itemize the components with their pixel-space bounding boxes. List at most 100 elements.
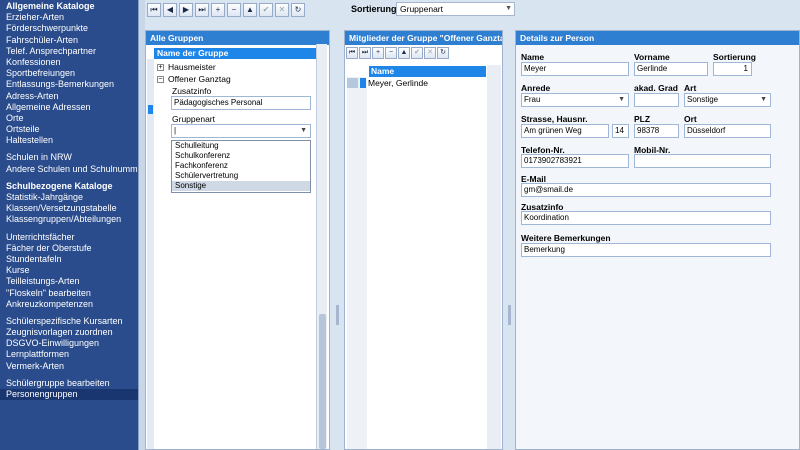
last-record-button[interactable]: ⏭	[195, 3, 209, 17]
sidebar-item[interactable]: Orte	[0, 113, 138, 124]
sidebar-item[interactable]: Schülerspezifische Kursarten	[0, 316, 138, 327]
collapse-icon[interactable]: −	[157, 76, 164, 84]
strasse-field[interactable]: Am grünen Weg	[521, 124, 609, 138]
sidebar-item[interactable]: Teilleistungs-Arten	[0, 276, 138, 287]
gruppenart-select[interactable]: | ▼	[171, 124, 311, 138]
expand-icon[interactable]: +	[157, 64, 164, 72]
groups-scrollbar[interactable]	[316, 44, 327, 449]
delete-record-button[interactable]: −	[227, 3, 241, 17]
current-row-indicator-icon	[148, 105, 153, 114]
email-field[interactable]: gm@smail.de	[521, 183, 771, 197]
sidebar-item[interactable]: Ortsteile	[0, 124, 138, 135]
row-checkbox[interactable]	[347, 78, 358, 88]
mobil-field[interactable]	[634, 154, 771, 168]
post-member-button[interactable]: ✔	[411, 47, 423, 59]
panel-splitter[interactable]	[333, 30, 342, 450]
cancel-record-button[interactable]: ✕	[275, 3, 289, 17]
sidebar-item[interactable]: Andere Schulen und Schulnummern	[0, 164, 138, 175]
sidebar-item[interactable]: Konfessionen	[0, 57, 138, 68]
first-member-button[interactable]: ⏮	[346, 47, 358, 59]
sidebar-item[interactable]: Ankreuzkompetenzen	[0, 299, 138, 310]
edit-record-button[interactable]: ▲	[243, 3, 257, 17]
sidebar-item[interactable]: Lernplattformen	[0, 349, 138, 360]
hausnr-field[interactable]: 14	[612, 124, 629, 138]
first-record-button[interactable]: ⏮	[147, 3, 161, 17]
telefon-field[interactable]: 0173902783921	[521, 154, 629, 168]
scrollbar-thumb[interactable]	[319, 314, 326, 449]
sidebar-item[interactable]: Entlassungs-Bemerkungen	[0, 79, 138, 90]
sidebar-item[interactable]: Haltestellen	[0, 135, 138, 146]
sidebar-item[interactable]: Erzieher-Arten	[0, 12, 138, 23]
members-scrollbar[interactable]	[487, 65, 501, 449]
group-zusatzinfo-field[interactable]: Pädagogisches Personal	[171, 96, 311, 110]
gruppenart-value: |	[174, 126, 177, 135]
refresh-members-button[interactable]: ↻	[437, 47, 449, 59]
cancel-member-button[interactable]: ✕	[424, 47, 436, 59]
prev-record-button[interactable]: ◀	[163, 3, 177, 17]
dropdown-option[interactable]: Schulleitung	[172, 141, 310, 151]
plz-field[interactable]: 98378	[634, 124, 679, 138]
sidebar: Allgemeine Kataloge Erzieher-Arten Förders…	[0, 0, 138, 450]
sort-select[interactable]: Gruppenart ▼	[396, 2, 515, 16]
tree-item-hausmeister[interactable]: + Hausmeister	[157, 62, 216, 72]
sidebar-item[interactable]: Statistik-Jahrgänge	[0, 192, 138, 203]
sortierung-field[interactable]: 1	[713, 62, 752, 76]
chevron-down-icon[interactable]: ▼	[505, 3, 512, 15]
sidebar-splitter[interactable]	[138, 0, 145, 450]
sidebar-section-header: Allgemeine Kataloge	[6, 1, 95, 11]
add-record-button[interactable]: +	[211, 3, 225, 17]
sidebar-item[interactable]: Unterrichtsfächer	[0, 232, 138, 243]
sidebar-item[interactable]: Telef. Ansprechpartner	[0, 46, 138, 57]
sidebar-item[interactable]: Stundentafeln	[0, 254, 138, 265]
ort-field[interactable]: Düsseldorf	[684, 124, 771, 138]
dropdown-option[interactable]: Sonstige	[172, 181, 310, 191]
sidebar-item[interactable]: Klassengruppen/Abteilungen	[0, 214, 138, 225]
anrede-select[interactable]: Frau ▼	[521, 93, 629, 107]
sidebar-item[interactable]: Allgemeine Adressen	[0, 102, 138, 113]
sidebar-item[interactable]: Schülergruppe bearbeiten	[0, 378, 138, 389]
ort-label: Ort	[684, 114, 697, 124]
tree-item-offener-ganztag[interactable]: − Offener Ganztag	[157, 74, 231, 84]
dropdown-option[interactable]: Fachkonferenz	[172, 161, 310, 171]
sidebar-item[interactable]: Sportbefreiungen	[0, 68, 138, 79]
sidebar-item[interactable]: Förderschwerpunkte	[0, 23, 138, 34]
last-member-button[interactable]: ⏭	[359, 47, 371, 59]
sidebar-item[interactable]: Zeugnisvorlagen zuordnen	[0, 327, 138, 338]
sidebar-item[interactable]: Vermerk-Arten	[0, 361, 138, 372]
delete-member-button[interactable]: −	[385, 47, 397, 59]
splitter-grip[interactable]	[508, 305, 511, 325]
refresh-button[interactable]: ↻	[291, 3, 305, 17]
next-record-button[interactable]: ▶	[179, 3, 193, 17]
panel-splitter[interactable]	[505, 30, 514, 450]
zusatzinfo-field[interactable]: Koordination	[521, 211, 771, 225]
name-field[interactable]: Meyer	[521, 62, 629, 76]
member-name: Meyer, Gerlinde	[368, 78, 428, 88]
table-row[interactable]: Meyer, Gerlinde	[347, 78, 486, 89]
sidebar-item[interactable]: Personengruppen	[0, 389, 138, 401]
sidebar-item[interactable]: Kurse	[0, 265, 138, 276]
group-name-column-header[interactable]: Name der Gruppe	[154, 48, 325, 59]
edit-member-button[interactable]: ▲	[398, 47, 410, 59]
chevron-down-icon[interactable]: ▼	[760, 94, 767, 106]
dropdown-option[interactable]: Schulkonferenz	[172, 151, 310, 161]
groups-panel-title: Alle Gruppen	[146, 31, 329, 45]
grad-field[interactable]	[634, 93, 679, 107]
bemerkungen-field[interactable]: Bemerkung	[521, 243, 771, 257]
sidebar-item[interactable]: "Floskeln" bearbeiten	[0, 288, 138, 299]
dropdown-option[interactable]: Schülervertretung	[172, 171, 310, 181]
name-column-header[interactable]: Name	[369, 66, 486, 77]
post-record-button[interactable]: ✔	[259, 3, 273, 17]
add-member-button[interactable]: +	[372, 47, 384, 59]
sidebar-item[interactable]: Klassen/Versetzungstabelle	[0, 203, 138, 214]
sidebar-item[interactable]: DSGVO-Einwilligungen	[0, 338, 138, 349]
sidebar-item[interactable]: Fächer der Oberstufe	[0, 243, 138, 254]
sidebar-item[interactable]: Adress-Arten	[0, 91, 138, 102]
anrede-label: Anrede	[521, 83, 551, 93]
vorname-field[interactable]: Gerlinde	[634, 62, 708, 76]
sidebar-item[interactable]: Fahrschüler-Arten	[0, 35, 138, 46]
chevron-down-icon[interactable]: ▼	[618, 94, 625, 106]
sidebar-item[interactable]: Schulen in NRW	[0, 152, 138, 163]
art-select[interactable]: Sonstige ▼	[684, 93, 771, 107]
splitter-grip[interactable]	[336, 305, 339, 325]
chevron-down-icon[interactable]: ▼	[300, 125, 307, 137]
